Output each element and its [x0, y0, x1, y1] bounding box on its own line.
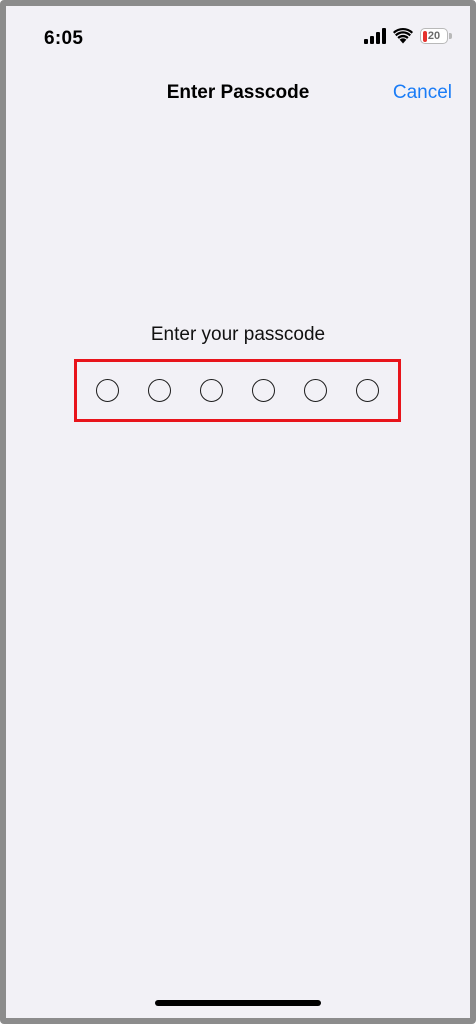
cancel-button[interactable]: Cancel — [393, 82, 452, 104]
battery-level: 20 — [427, 29, 441, 42]
wifi-icon — [393, 28, 413, 44]
passcode-dot — [200, 379, 223, 402]
status-icons: 20 — [364, 28, 452, 44]
battery-fill — [422, 30, 428, 42]
phone-screen: 6:05 20 Enter Passcode Cancel Enter your… — [0, 0, 476, 1024]
status-bar: 6:05 20 — [6, 6, 470, 66]
battery-cap — [449, 33, 452, 39]
cellular-signal-icon — [364, 28, 386, 44]
navigation-bar: Enter Passcode Cancel — [6, 72, 470, 116]
home-indicator[interactable] — [155, 1000, 321, 1006]
passcode-dot — [356, 379, 379, 402]
passcode-dots[interactable] — [77, 362, 398, 419]
passcode-dot — [252, 379, 275, 402]
passcode-highlight-box — [74, 359, 401, 422]
battery-icon: 20 — [420, 28, 452, 44]
passcode-dot — [148, 379, 171, 402]
passcode-prompt: Enter your passcode — [150, 324, 326, 345]
status-time: 6:05 — [44, 28, 84, 49]
passcode-dot — [96, 379, 119, 402]
passcode-dot — [304, 379, 327, 402]
